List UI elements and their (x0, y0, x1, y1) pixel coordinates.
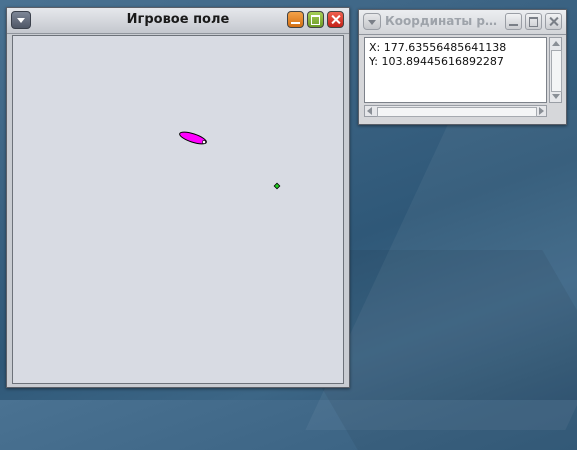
game-field-window[interactable]: Игровое поле (6, 7, 350, 388)
window-menu-icon[interactable] (363, 13, 381, 30)
scroll-down-icon[interactable] (552, 94, 560, 99)
coordinates-window[interactable]: Координаты р… X: 177.63556485641138 Y: 1… (358, 9, 567, 125)
game-field-canvas[interactable] (12, 35, 344, 384)
close-button[interactable] (545, 13, 562, 30)
coords-window-title: Координаты р… (385, 14, 497, 28)
y-coordinate-line: Y: 103.89445616892287 (369, 55, 504, 68)
scroll-right-icon[interactable] (539, 107, 544, 115)
minimize-button[interactable] (505, 13, 522, 30)
x-coordinate-line: X: 177.63556485641138 (369, 41, 507, 54)
vertical-scrollbar[interactable] (549, 37, 562, 103)
close-button[interactable] (327, 11, 344, 28)
horizontal-scroll-thumb[interactable] (377, 107, 537, 117)
target-point-icon (273, 182, 281, 190)
game-window-titlebar[interactable]: Игровое поле (7, 8, 349, 34)
minimize-button[interactable] (287, 11, 304, 28)
maximize-button[interactable] (525, 13, 542, 30)
horizontal-scrollbar[interactable] (364, 105, 547, 117)
coordinates-text-area[interactable]: X: 177.63556485641138 Y: 103.89445616892… (364, 37, 547, 103)
scroll-up-icon[interactable] (552, 41, 560, 46)
maximize-button[interactable] (307, 11, 324, 28)
coords-window-titlebar[interactable]: Координаты р… (359, 10, 566, 35)
vertical-scroll-thumb[interactable] (551, 50, 562, 92)
scroll-left-icon[interactable] (367, 107, 372, 115)
robot-boat-icon (179, 131, 207, 145)
